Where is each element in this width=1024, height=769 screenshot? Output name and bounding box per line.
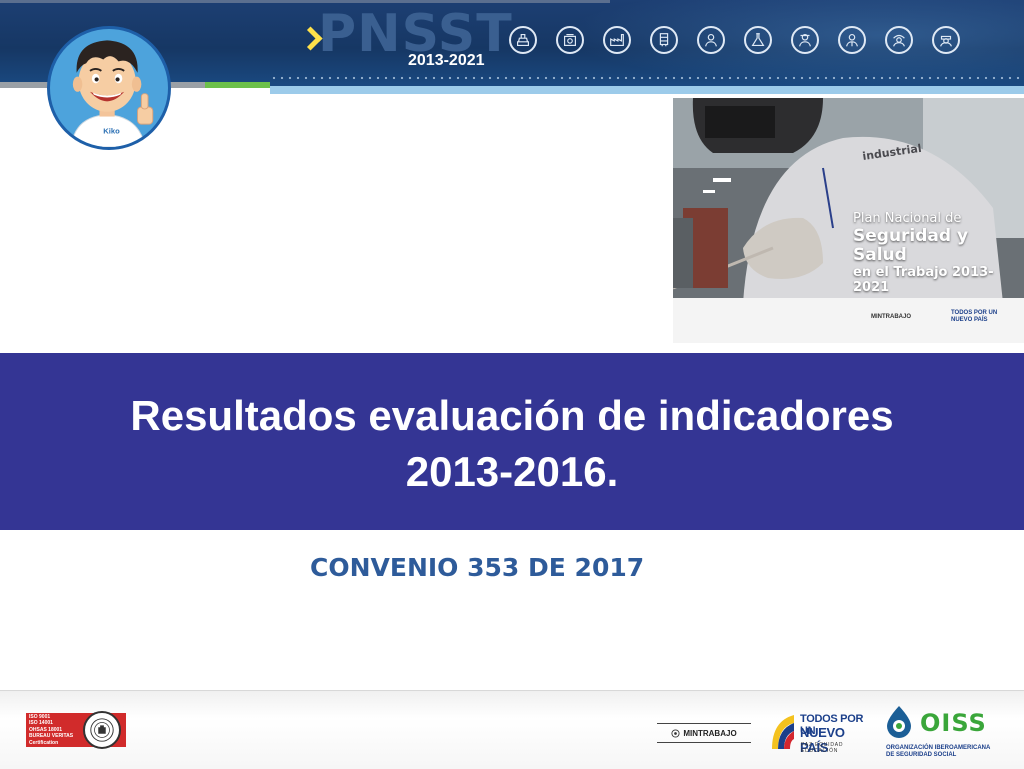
- cover-title-line3: en el Trabajo 2013-2021: [853, 265, 994, 295]
- colombia-flag-icon: [772, 715, 794, 749]
- worker-office-icon: [838, 26, 866, 54]
- page-title-line2: 2013-2016.: [405, 448, 619, 495]
- worker-security-icon: [791, 26, 819, 54]
- header-stripe-blue: [270, 86, 1024, 94]
- worker-mining-icon: [556, 26, 584, 54]
- pnsst-years: 2013-2021: [408, 52, 485, 69]
- worker-services-icon: [932, 26, 960, 54]
- worker-industry-icon: [603, 26, 631, 54]
- worker-health-icon: [697, 26, 725, 54]
- bv-line-5: Certification: [29, 739, 59, 746]
- cover-tpunp-logo: TODOS POR UN NUEVO PAÍS: [951, 310, 997, 323]
- footer-logo-bar: ISO 9001 ISO 14001 OHSAS 18001 BUREAU VE…: [0, 690, 1024, 769]
- title-band: Resultados evaluación de indicadores 201…: [0, 353, 1024, 530]
- worker-icon-row: [509, 26, 960, 58]
- banner-top-line: [0, 0, 610, 3]
- cover-title-line1: Plan Nacional de: [853, 211, 962, 226]
- cover-mintrabajo-logo: MINTRABAJO: [871, 314, 911, 320]
- page-title: Resultados evaluación de indicadores 201…: [0, 388, 1024, 500]
- worker-chemical-icon: [744, 26, 772, 54]
- oiss-drop-icon: [887, 706, 911, 738]
- cover-tpunp-line1: TODOS POR UN: [951, 310, 998, 316]
- tpunp-line3: PAZ EQUIDAD EDUCACIÓN: [801, 742, 844, 754]
- oiss-subtitle: ORGANIZACIÓN IBEROAMERICANA DE SEGURIDAD…: [886, 745, 990, 759]
- bureau-veritas-text: ISO 9001 ISO 14001 OHSAS 18001 BUREAU VE…: [26, 714, 81, 747]
- mintrabajo-label: MINTRABAJO: [683, 728, 737, 738]
- plan-cover-image: industrial Plan Nacional de Seguridad y …: [673, 98, 1024, 343]
- oiss-sub-line2: DE SEGURIDAD SOCIAL: [886, 752, 957, 758]
- oiss-logo: OISS ORGANIZACIÓN IBEROAMERICANA DE SEGU…: [884, 705, 1008, 761]
- colombia-shield-icon: [671, 728, 680, 738]
- todos-por-un-nuevo-pais-logo: TODOS POR UN NUEVO PAÍS PAZ EQUIDAD EDUC…: [770, 711, 872, 757]
- worker-transport-icon: [650, 26, 678, 54]
- page-title-line1: Resultados evaluación de indicadores: [130, 392, 894, 439]
- worker-construction-icon: [509, 26, 537, 54]
- mintrabajo-logo: MINTRABAJO: [657, 723, 751, 743]
- bureau-veritas-badge: ISO 9001 ISO 14001 OHSAS 18001 BUREAU VE…: [26, 711, 126, 749]
- cover-title: Plan Nacional de Seguridad y Salud en el…: [853, 211, 1024, 296]
- worker-agriculture-icon: [885, 26, 913, 54]
- banner-dot-pattern: [270, 76, 1024, 80]
- mascot-avatar: Kiko: [47, 26, 171, 150]
- oiss-name: OISS: [920, 709, 987, 737]
- page-subtitle: CONVENIO 353 DE 2017: [310, 553, 645, 582]
- mascot-illustration: Kiko: [70, 40, 154, 147]
- oiss-sub-line1: ORGANIZACIÓN IBEROAMERICANA: [886, 745, 991, 751]
- cover-tpunp-line2: NUEVO PAÍS: [951, 316, 988, 323]
- cover-title-line2: Seguridad y Salud: [853, 225, 969, 266]
- mascot-shirt-label: Kiko: [103, 127, 120, 136]
- header-stripe-green: [205, 82, 270, 88]
- bureau-veritas-seal-icon: [83, 711, 121, 749]
